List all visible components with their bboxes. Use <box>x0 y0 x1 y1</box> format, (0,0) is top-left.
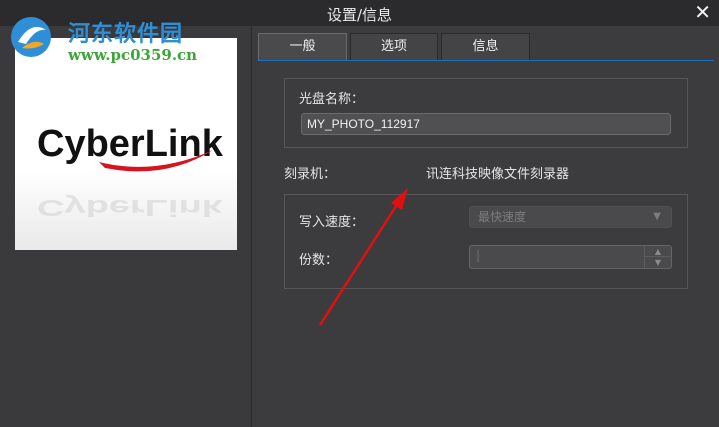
write-speed-value: 最快速度 <box>478 210 527 224</box>
write-speed-select[interactable]: 最快速度 ▼ <box>469 206 672 228</box>
burn-options-group: 写入速度： 最快速度 ▼ 份数： | ▲ ▼ <box>284 194 688 289</box>
watermark-url: www.pc0359.cn <box>68 46 198 64</box>
burner-label: 刻录机： <box>284 167 337 182</box>
stepper-up-icon[interactable]: ▲ <box>645 246 671 257</box>
close-icon[interactable]: ✕ <box>694 1 711 23</box>
disc-cover-preview: CyberLink CyberLink <box>15 38 237 250</box>
write-speed-label: 写入速度： <box>299 215 365 230</box>
settings-panel: 光盘名称： 刻录机： 讯连科技映像文件刻录器 写入速度： 最快速度 ▼ 份数： … <box>252 61 719 427</box>
cyberlink-logo: CyberLink CyberLink <box>37 123 224 220</box>
copies-stepper-buttons: ▲ ▼ <box>644 246 671 268</box>
disc-name-group: 光盘名称： <box>284 78 688 148</box>
copies-stepper[interactable]: | ▲ ▼ <box>469 245 672 269</box>
left-preview-panel: CyberLink CyberLink <box>0 26 252 427</box>
cyberlink-logo-reflection: CyberLink <box>37 195 223 220</box>
burner-value: 讯连科技映像文件刻录器 <box>426 167 570 182</box>
watermark-site-name: 河东软件园 <box>68 21 184 47</box>
watermark: 河东软件园 www.pc0359.cn <box>4 8 204 68</box>
copies-value: | <box>476 248 481 262</box>
copies-label: 份数： <box>299 253 339 268</box>
chevron-down-icon: ▼ <box>653 211 661 222</box>
tab-options[interactable]: 选项 <box>350 33 438 61</box>
tab-general[interactable]: 一般 <box>258 33 347 61</box>
tab-info[interactable]: 信息 <box>441 33 530 61</box>
stepper-down-icon[interactable]: ▼ <box>645 257 671 268</box>
disc-name-label: 光盘名称： <box>299 92 365 107</box>
disc-name-input[interactable] <box>301 113 671 135</box>
watermark-logo-icon <box>11 17 51 57</box>
